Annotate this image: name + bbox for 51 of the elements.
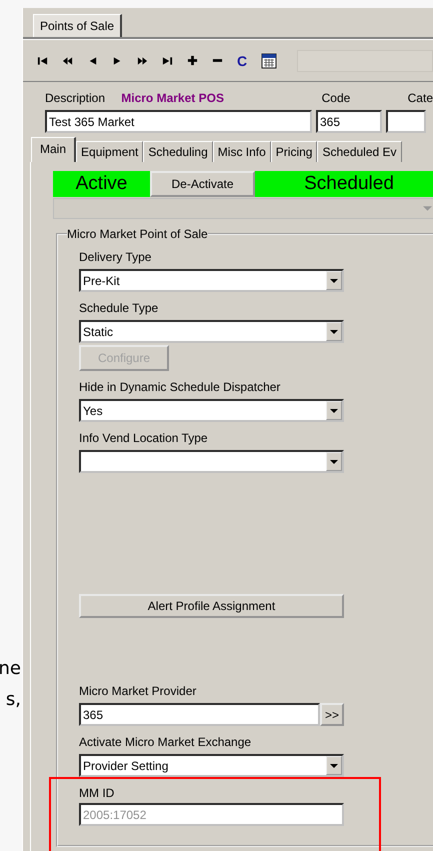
caret-icon	[330, 764, 338, 768]
window-tab[interactable]: Points of Sale	[33, 14, 122, 37]
fast-rewind-icon[interactable]	[62, 56, 73, 66]
field-label: Code	[322, 91, 352, 105]
calendar-icon[interactable]	[261, 52, 278, 68]
dropdown-field[interactable]: Pre-Kit	[79, 269, 344, 292]
tab[interactable]: Main	[31, 137, 76, 162]
dropdown-field[interactable]	[53, 198, 433, 219]
tab[interactable]: Pricing	[270, 141, 318, 162]
previous-icon[interactable]	[87, 56, 98, 66]
field-label: Delivery Type	[79, 249, 152, 265]
tab[interactable]: Misc Info	[212, 141, 271, 162]
caret-icon	[423, 206, 432, 211]
field-label: Schedule Type	[79, 300, 158, 316]
field-label: MM ID	[79, 785, 114, 801]
caret-icon	[330, 408, 338, 412]
tab[interactable]: Scheduled Ev	[317, 141, 402, 162]
first-record-icon[interactable]	[37, 56, 48, 66]
field-label: Cate	[408, 91, 433, 105]
toolbar-button[interactable]: C	[237, 52, 248, 68]
status-indicator: Active	[53, 171, 150, 197]
field-label: Hide in Dynamic Schedule Dispatcher	[79, 379, 280, 395]
category-field[interactable]	[386, 110, 426, 133]
code-field[interactable]: 365	[316, 110, 382, 133]
provider-field[interactable]: 365	[79, 703, 320, 726]
field-label: Micro Market Provider	[79, 683, 196, 699]
body-text: s,	[6, 688, 21, 712]
caret-icon	[330, 330, 338, 334]
dropdown-field[interactable]: Static	[79, 320, 344, 343]
description-field[interactable]: Test 365 Market	[45, 110, 312, 133]
field-label: Description	[45, 91, 106, 105]
next-icon[interactable]	[112, 56, 123, 66]
alert-profile-button[interactable]: Alert Profile Assignment	[79, 594, 344, 618]
fast-forward-icon[interactable]	[137, 56, 148, 66]
tab[interactable]: Equipment	[76, 141, 144, 162]
lookup-button[interactable]: >>	[320, 703, 344, 726]
dropdown-field[interactable]: Provider Setting	[79, 754, 344, 777]
tab[interactable]: Scheduling	[143, 141, 213, 162]
last-record-icon[interactable]	[162, 56, 173, 66]
deactivate-button[interactable]: De-Activate	[150, 171, 255, 197]
caret-icon	[330, 278, 338, 282]
dropdown-field[interactable]: Yes	[79, 399, 344, 422]
caret-icon	[330, 460, 338, 464]
status-indicator: Scheduled	[255, 171, 433, 197]
group-title: Micro Market Point of Sale	[67, 227, 208, 241]
record-type-label: Micro Market POS	[121, 91, 225, 105]
add-icon[interactable]	[187, 55, 198, 66]
field-label: Activate Micro Market Exchange	[79, 734, 252, 750]
field-label: Info Vend Location Type	[79, 430, 208, 446]
dropdown-field[interactable]	[79, 450, 344, 473]
body-text: ne	[0, 657, 21, 681]
